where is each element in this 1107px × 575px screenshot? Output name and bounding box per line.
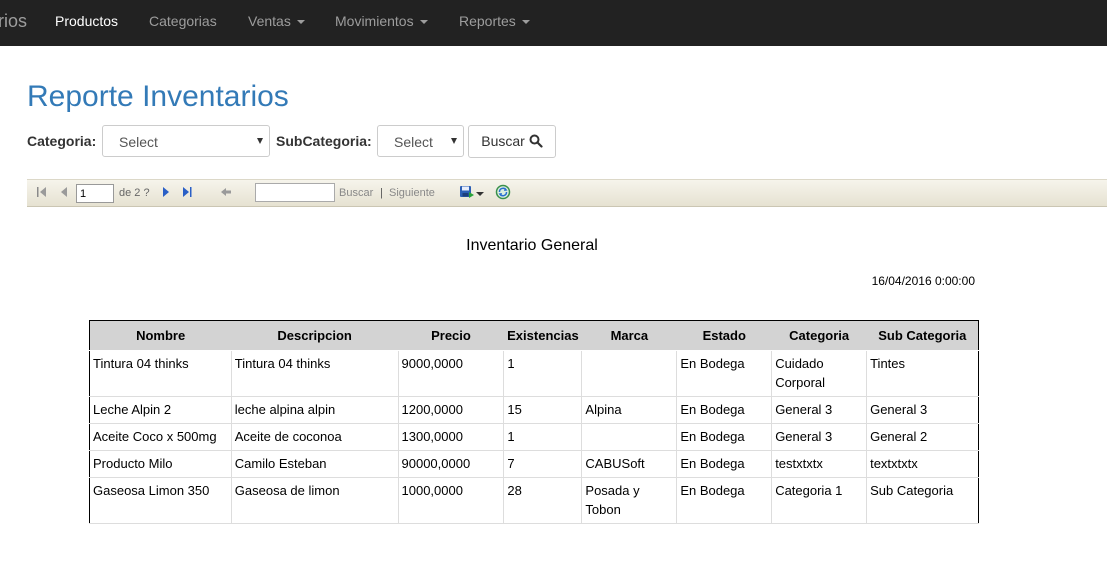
- table-cell: 90000,0000: [398, 450, 505, 478]
- table-cell: Alpina: [581, 396, 678, 424]
- table-cell: 9000,0000: [398, 350, 505, 397]
- table-cell: 1200,0000: [398, 396, 505, 424]
- export-save-icon[interactable]: [459, 185, 475, 199]
- table-cell: 1000,0000: [398, 477, 505, 524]
- report-toolbar: de 2 ? Buscar | Siguiente: [27, 179, 1107, 207]
- nav-item-ventas[interactable]: Ventas: [248, 0, 305, 42]
- table-cell: Camilo Esteban: [231, 450, 399, 478]
- navbar: rios Productos Categorias Ventas Movimie…: [0, 0, 1107, 46]
- table-cell: Producto Milo: [89, 450, 232, 478]
- table-cell: En Bodega: [676, 396, 773, 424]
- table-row: Leche Alpin 2 leche alpina alpin 1200,00…: [89, 396, 979, 424]
- categoria-select[interactable]: Select: [102, 125, 270, 157]
- subcategoria-select[interactable]: Select: [377, 125, 464, 157]
- table-cell: Cuidado Corporal: [771, 350, 868, 397]
- nav-item-label: Categorias: [149, 13, 217, 29]
- column-header: Sub Categoria: [866, 320, 979, 351]
- table-cell: En Bodega: [676, 477, 773, 524]
- dropdown-arrow-icon: [257, 138, 263, 144]
- last-page-icon[interactable]: [181, 186, 193, 198]
- column-header: Precio: [398, 320, 504, 351]
- nav-item-reportes[interactable]: Reportes: [459, 0, 530, 42]
- table-cell: Tintura 04 thinks: [231, 350, 399, 397]
- table-cell: Tintes: [866, 350, 979, 397]
- table-header-row: Nombre Descripcion Precio Existencias Ma…: [89, 320, 979, 351]
- table-cell: General 3: [771, 423, 868, 451]
- nav-item-label: Productos: [55, 13, 119, 29]
- table-cell: [581, 350, 678, 397]
- search-icon: [529, 134, 543, 148]
- report-title: Inventario General: [466, 237, 598, 254]
- table-cell: [581, 423, 678, 451]
- column-header: Nombre: [89, 320, 232, 351]
- caret-down-icon: [521, 20, 530, 25]
- find-link[interactable]: Buscar: [339, 187, 373, 199]
- current-page-input[interactable]: [76, 184, 114, 203]
- table-cell: General 3: [866, 396, 979, 424]
- buscar-button[interactable]: Buscar: [468, 125, 556, 158]
- table-cell: En Bodega: [676, 423, 773, 451]
- table-cell: Tintura 04 thinks: [89, 350, 232, 397]
- column-header: Descripcion: [231, 320, 399, 351]
- find-next-link[interactable]: Siguiente: [389, 187, 435, 199]
- subcategoria-select-value: Select: [394, 134, 433, 150]
- page-title: Reporte Inventarios: [27, 80, 289, 113]
- table-cell: En Bodega: [676, 450, 773, 478]
- table-cell: Aceite Coco x 500mg: [89, 423, 232, 451]
- table-row: Aceite Coco x 500mg Aceite de coconoa 13…: [89, 423, 979, 451]
- table-cell: En Bodega: [676, 350, 773, 397]
- report-date: 16/04/2016 0:00:00: [871, 274, 975, 288]
- next-page-icon[interactable]: [161, 186, 171, 198]
- table-cell: 7: [503, 450, 583, 478]
- categoria-select-value: Select: [119, 134, 158, 150]
- buscar-button-label: Buscar: [481, 133, 525, 149]
- nav-item-label: Reportes: [459, 13, 516, 29]
- table-cell: Gaseosa Limon 350: [89, 477, 232, 524]
- table-cell: Posada y Tobon: [581, 477, 678, 524]
- table-cell: General 2: [866, 423, 979, 451]
- subcategoria-label: SubCategoria:: [276, 133, 372, 149]
- nav-item-movimientos[interactable]: Movimientos: [335, 0, 428, 42]
- nav-item-categorias[interactable]: Categorias: [149, 0, 217, 42]
- table-cell: Gaseosa de limon: [231, 477, 399, 524]
- page-count-label: de 2 ?: [119, 187, 150, 199]
- caret-down-icon: [419, 20, 428, 25]
- table-cell: leche alpina alpin: [231, 396, 399, 424]
- column-header: Existencias: [503, 320, 582, 351]
- find-text-input[interactable]: [255, 183, 335, 202]
- table-cell: Categoria 1: [771, 477, 868, 524]
- table-cell: General 3: [771, 396, 868, 424]
- table-row: Producto Milo Camilo Esteban 90000,0000 …: [89, 450, 979, 478]
- back-to-parent-icon[interactable]: [220, 186, 232, 198]
- find-separator: |: [380, 187, 383, 199]
- table-cell: 1300,0000: [398, 423, 505, 451]
- caret-down-icon: [296, 20, 305, 25]
- dropdown-arrow-icon: [451, 138, 457, 144]
- export-dropdown-icon[interactable]: [476, 192, 484, 196]
- table-cell: Sub Categoria: [866, 477, 979, 524]
- nav-item-label: Ventas: [248, 13, 291, 29]
- refresh-icon[interactable]: [495, 184, 511, 200]
- first-page-icon[interactable]: [36, 186, 48, 198]
- table-cell: testxtxtx: [771, 450, 868, 478]
- table-cell: 1: [503, 350, 583, 397]
- table-cell: textxtxtx: [866, 450, 979, 478]
- navbar-brand[interactable]: rios: [0, 0, 27, 42]
- nav-item-label: Movimientos: [335, 13, 414, 29]
- table-cell: Leche Alpin 2: [89, 396, 232, 424]
- previous-page-icon[interactable]: [59, 186, 69, 198]
- column-header: Estado: [676, 320, 772, 351]
- inventory-table: Nombre Descripcion Precio Existencias Ma…: [89, 320, 979, 524]
- table-row: Gaseosa Limon 350 Gaseosa de limon 1000,…: [89, 477, 979, 524]
- categoria-label: Categoria:: [27, 133, 97, 149]
- table-cell: 15: [503, 396, 583, 424]
- column-header: Marca: [581, 320, 677, 351]
- table-row: Tintura 04 thinks Tintura 04 thinks 9000…: [89, 350, 979, 397]
- nav-item-productos[interactable]: Productos: [55, 0, 118, 42]
- table-cell: 28: [503, 477, 583, 524]
- column-header: Categoria: [771, 320, 867, 351]
- table-cell: CABUSoft: [581, 450, 678, 478]
- table-cell: Aceite de coconoa: [231, 423, 399, 451]
- table-cell: 1: [503, 423, 583, 451]
